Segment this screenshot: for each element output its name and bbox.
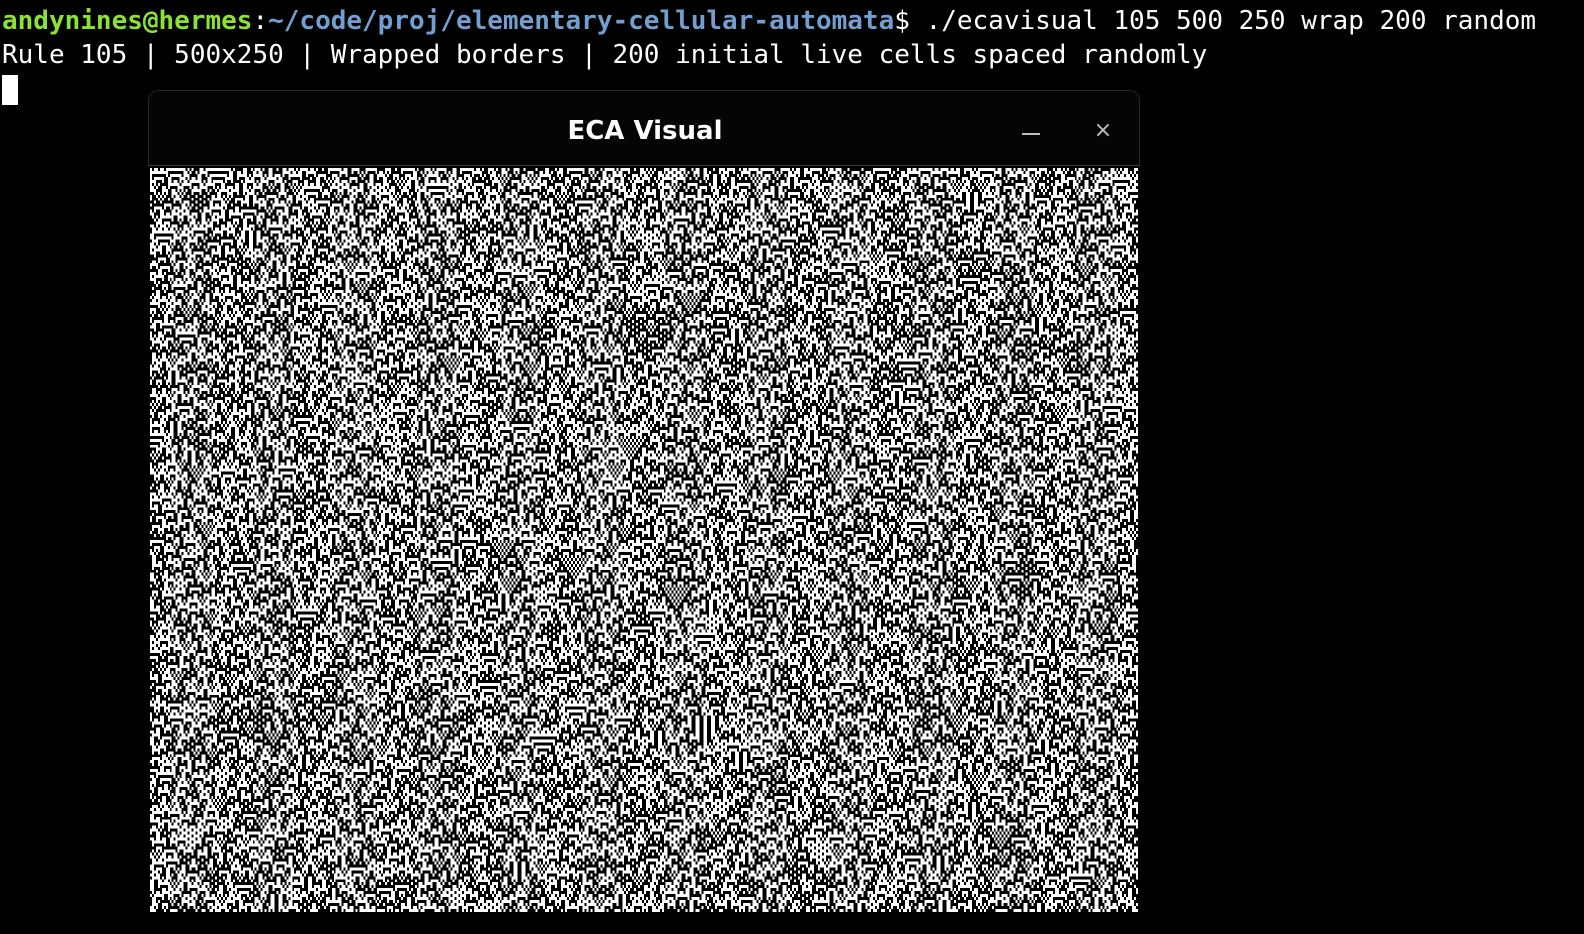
window-titlebar[interactable]: ECA Visual × [148,90,1140,166]
window-title: ECA Visual [567,116,723,146]
automaton-display [150,168,1138,912]
prompt-separator: : [252,6,269,36]
minimize-button[interactable] [1011,111,1051,151]
terminal-cursor [2,75,18,105]
prompt-line: andynines@hermes:~/code/proj/elementary-… [2,4,1536,38]
terminal-window[interactable]: andynines@hermes:~/code/proj/elementary-… [0,0,1584,934]
command-output: Rule 105 | 500x250 | Wrapped borders | 2… [2,40,1208,70]
close-button[interactable]: × [1083,111,1123,151]
automaton-canvas [150,168,1138,912]
prompt-symbol: $ [894,6,926,36]
close-icon: × [1093,118,1113,143]
command-text: ./ecavisual 105 500 250 wrap 200 random [925,6,1537,36]
eca-visual-window[interactable]: ECA Visual × [148,90,1140,912]
prompt-user: andynines@hermes [2,6,253,36]
prompt-path: ~/code/proj/elementary-cellular-automata [268,6,895,36]
minimize-icon [1022,133,1040,135]
